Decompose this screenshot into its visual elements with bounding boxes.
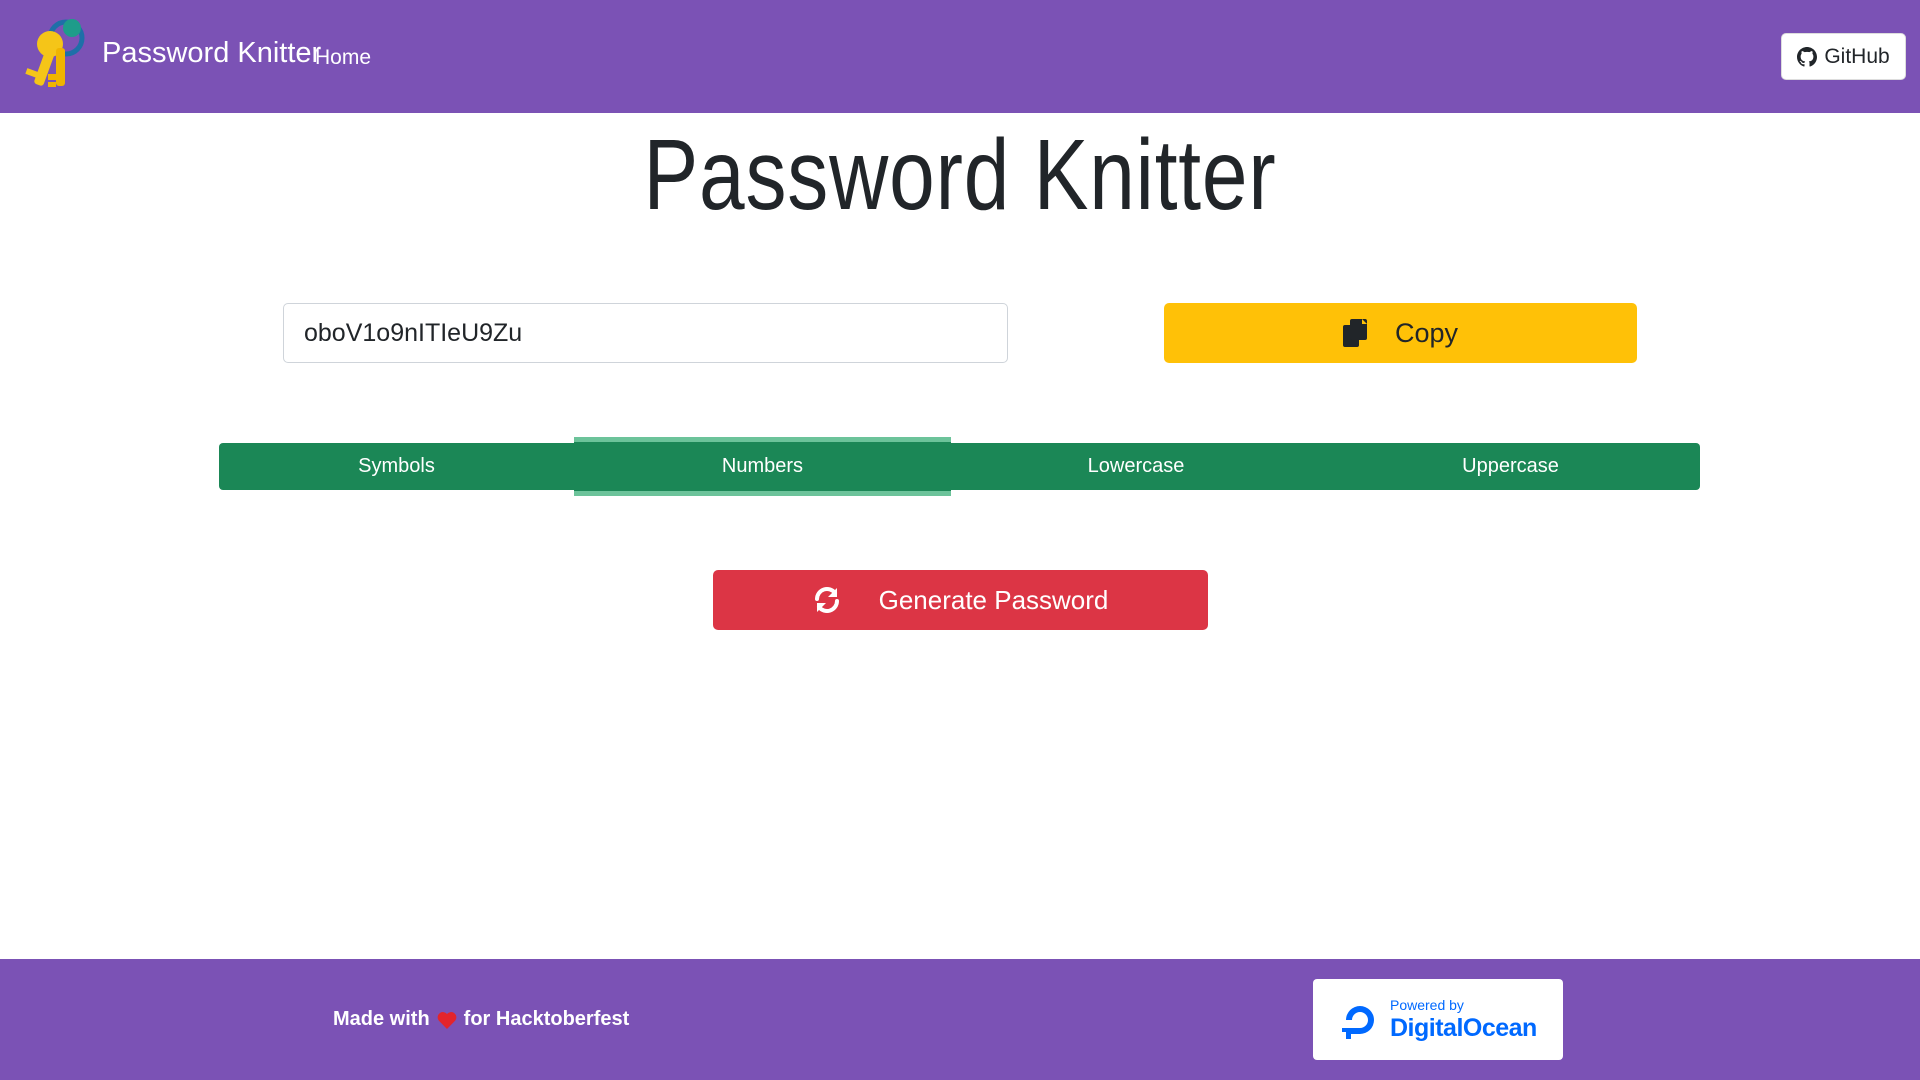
github-button[interactable]: GitHub — [1781, 33, 1906, 80]
made-with-label: Made with — [333, 1008, 430, 1030]
generate-password-button[interactable]: Generate Password — [713, 570, 1208, 630]
github-label: GitHub — [1824, 44, 1890, 68]
heart-icon — [437, 1011, 457, 1029]
navbar: Password Knitter Home GitHub — [0, 0, 1920, 113]
copy-label: Copy — [1394, 317, 1459, 348]
generate-label: Generate Password — [878, 584, 1109, 615]
footer: Made with for Hacktoberfest Powered by D… — [0, 959, 1920, 1080]
copy-button[interactable]: Copy — [1164, 303, 1637, 363]
made-with-text: Made with for Hacktoberfest — [333, 1008, 629, 1031]
password-output-field[interactable] — [283, 303, 1008, 363]
keys-icon[interactable] — [22, 14, 88, 96]
page-title: Password Knitter — [643, 119, 1277, 231]
digitalocean-icon — [1342, 1005, 1374, 1039]
refresh-icon — [814, 587, 839, 613]
tab-uppercase[interactable]: Uppercase — [1321, 443, 1700, 490]
github-icon — [1797, 46, 1818, 67]
for-hacktoberfest-label: for Hacktoberfest — [463, 1008, 630, 1030]
copy-icon — [1342, 319, 1367, 347]
digitalocean-badge[interactable]: Powered by DigitalOcean — [1313, 979, 1563, 1060]
digitalocean-wordmark: DigitalOcean — [1390, 1014, 1537, 1042]
nav-home-link[interactable]: Home — [315, 46, 371, 70]
powered-by-label: Powered by — [1390, 997, 1464, 1013]
tab-symbols[interactable]: Symbols — [219, 443, 574, 490]
tab-numbers[interactable]: Numbers — [574, 437, 951, 496]
brand-title[interactable]: Password Knitter — [102, 37, 321, 70]
character-options-tabbar: Symbols Numbers Lowercase Uppercase — [219, 437, 1700, 496]
tab-lowercase[interactable]: Lowercase — [951, 443, 1321, 490]
